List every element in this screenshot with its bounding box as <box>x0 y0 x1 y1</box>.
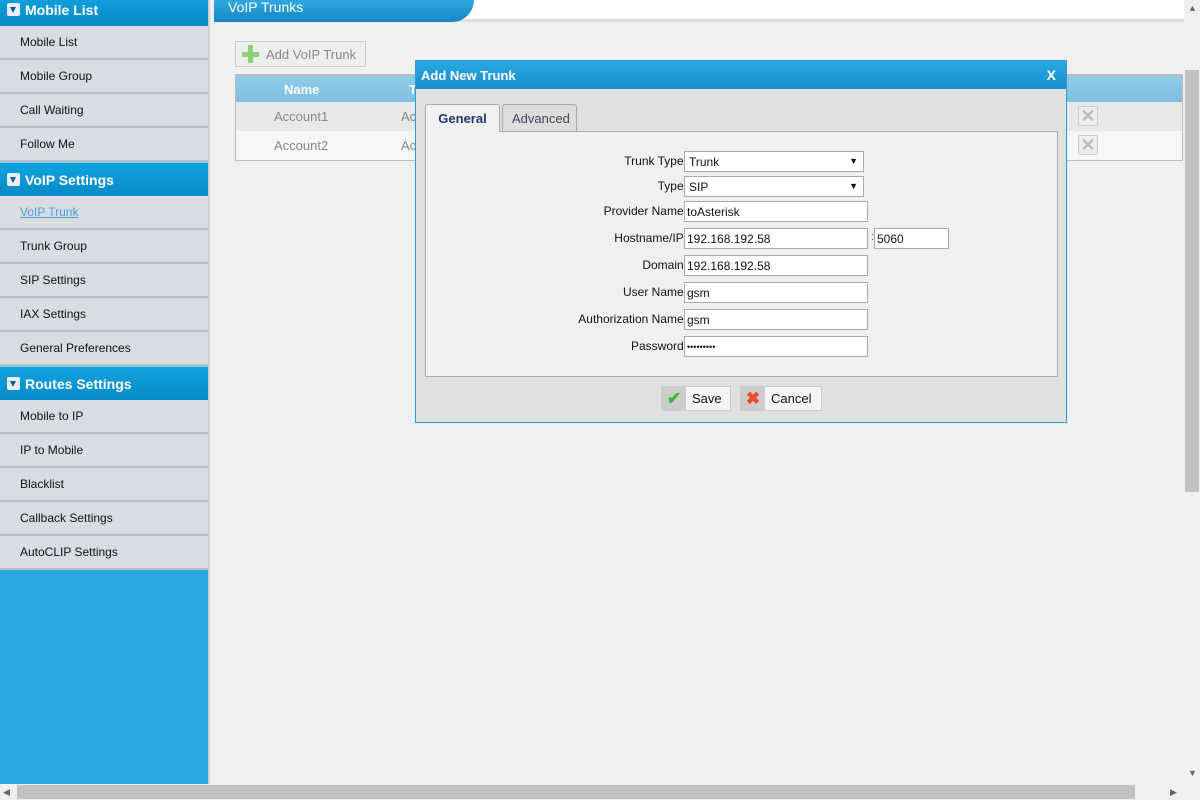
sidebar-item[interactable]: Follow Me <box>0 128 208 162</box>
sidebar-item[interactable]: IP to Mobile <box>0 434 208 468</box>
sidebar-item[interactable]: AutoCLIP Settings <box>0 536 208 570</box>
collapse-triangle-icon <box>7 377 20 390</box>
sidebar-item[interactable]: Call Waiting <box>0 94 208 128</box>
vertical-scrollbar[interactable]: ▲ ▼ <box>1184 0 1200 784</box>
sidebar-item[interactable]: Trunk Group <box>0 230 208 264</box>
general-panel: Trunk Type:Trunk Type:SIP Provider Name:… <box>425 131 1058 377</box>
delete-icon[interactable]: ✕ <box>1078 106 1098 126</box>
trunk-type-select[interactable]: Trunk <box>684 151 864 172</box>
sidebar-section-header[interactable]: Mobile List <box>0 0 208 26</box>
collapse-triangle-icon <box>7 3 20 16</box>
delete-icon[interactable]: ✕ <box>1078 135 1098 155</box>
cancel-button[interactable]: ✖ Cancel <box>740 386 822 411</box>
plus-icon <box>236 42 264 66</box>
sidebar-section-header[interactable]: Routes Settings <box>0 366 208 400</box>
type-select[interactable]: SIP <box>684 176 864 197</box>
add-voip-trunk-button[interactable]: Add VoIP Trunk <box>235 41 366 67</box>
scroll-down-icon[interactable]: ▼ <box>1188 768 1197 778</box>
tab-general[interactable]: General <box>425 104 500 132</box>
sidebar-item[interactable]: Callback Settings <box>0 502 208 536</box>
checkmark-icon: ✔ <box>662 387 686 410</box>
add-new-trunk-dialog: Add New Trunk X General Advanced Trunk Ty… <box>415 60 1067 423</box>
scroll-right-icon[interactable]: ▶ <box>1170 787 1177 798</box>
sidebar-item[interactable]: Mobile to IP <box>0 400 208 434</box>
sidebar-item[interactable]: SIP Settings <box>0 264 208 298</box>
sidebar-item[interactable]: Mobile Group <box>0 60 208 94</box>
hostname-input[interactable]: 192.168.192.58 <box>684 228 868 249</box>
user-name-input[interactable]: gsm <box>684 282 868 303</box>
horizontal-scrollbar[interactable]: ◀ ▶ <box>0 784 1184 800</box>
authorization-name-input[interactable]: gsm <box>684 309 868 330</box>
password-input[interactable]: ••••••••• <box>684 336 868 357</box>
dialog-title: Add New Trunk <box>421 68 516 83</box>
collapse-triangle-icon <box>7 173 20 186</box>
sidebar-item[interactable]: Mobile List <box>0 26 208 60</box>
port-input[interactable]: 5060 <box>874 228 949 249</box>
sidebar: Mobile List Mobile List Mobile Group Call W… <box>0 0 210 784</box>
sidebar-item[interactable]: Blacklist <box>0 468 208 502</box>
provider-name-input[interactable]: toAsterisk <box>684 201 868 222</box>
close-icon[interactable]: X <box>1047 67 1056 83</box>
page-title: VoIP Trunks <box>214 0 474 22</box>
sidebar-item[interactable]: General Preferences <box>0 332 208 366</box>
domain-input[interactable]: 192.168.192.58 <box>684 255 868 276</box>
cross-icon: ✖ <box>741 387 765 410</box>
sidebar-item[interactable]: VoIP Trunk <box>0 196 208 230</box>
save-button[interactable]: ✔ Save <box>661 386 731 411</box>
sidebar-item[interactable]: IAX Settings <box>0 298 208 332</box>
scroll-left-icon[interactable]: ◀ <box>3 787 10 798</box>
sidebar-section-header[interactable]: VoIP Settings <box>0 162 208 196</box>
tab-advanced[interactable]: Advanced <box>502 104 577 131</box>
scroll-up-icon[interactable]: ▲ <box>1188 3 1197 13</box>
